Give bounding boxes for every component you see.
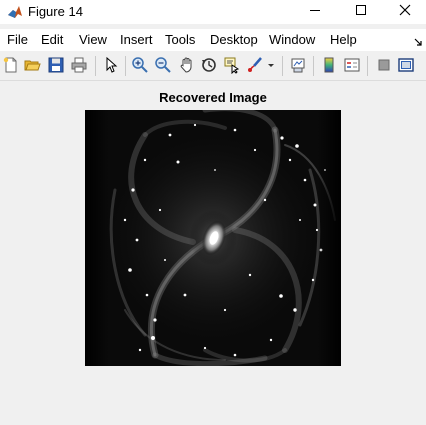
menu-tools[interactable]: Tools <box>165 32 195 48</box>
pan-icon[interactable] <box>178 56 196 74</box>
recovered-image <box>85 110 341 366</box>
hide-plot-tools-icon[interactable] <box>375 56 393 74</box>
link-plot-icon[interactable] <box>289 56 307 74</box>
data-cursor-icon[interactable] <box>223 56 241 74</box>
legend-icon[interactable] <box>343 56 361 74</box>
minimize-button[interactable] <box>292 0 338 24</box>
pointer-icon[interactable] <box>102 56 120 74</box>
toolbar-separator <box>313 56 314 76</box>
maximize-icon <box>355 3 367 21</box>
rotate-icon[interactable] <box>200 56 218 74</box>
galaxy-image <box>85 110 341 366</box>
title-bar: Figure 14 <box>0 0 426 24</box>
toolbar-separator <box>125 56 126 76</box>
menu-edit[interactable]: Edit <box>41 32 63 48</box>
new-figure-icon[interactable] <box>2 56 20 74</box>
toolbar-separator <box>367 56 368 76</box>
menu-window[interactable]: Window <box>269 32 315 48</box>
window-title: Figure 14 <box>28 4 83 19</box>
figure-title: Recovered Image <box>159 90 267 105</box>
menu-insert[interactable]: Insert <box>120 32 153 48</box>
toolbar-separator <box>282 56 283 76</box>
brush-icon[interactable] <box>246 56 264 74</box>
save-icon[interactable] <box>47 56 65 74</box>
print-icon[interactable] <box>70 56 88 74</box>
toolbar-separator <box>95 56 96 76</box>
zoom-out-icon[interactable] <box>154 56 172 74</box>
figure-toolbar <box>0 52 426 81</box>
maximize-button[interactable] <box>338 0 384 24</box>
menu-bar: File Edit View Insert Tools Desktop Wind… <box>0 29 426 51</box>
brush-dropdown-icon[interactable] <box>266 56 276 74</box>
menu-help[interactable]: Help <box>330 32 357 48</box>
menu-view[interactable]: View <box>79 32 107 48</box>
menu-desktop[interactable]: Desktop <box>210 32 258 48</box>
menu-file[interactable]: File <box>7 32 28 48</box>
matlab-logo-icon <box>7 4 23 20</box>
close-button[interactable] <box>382 0 426 24</box>
open-file-icon[interactable] <box>23 56 41 74</box>
zoom-in-icon[interactable] <box>131 56 149 74</box>
close-icon <box>399 3 411 21</box>
dock-arrow-icon[interactable] <box>414 35 422 46</box>
show-plot-tools-icon[interactable] <box>397 56 415 74</box>
colorbar-icon[interactable] <box>320 56 338 74</box>
minimize-icon <box>309 3 321 21</box>
